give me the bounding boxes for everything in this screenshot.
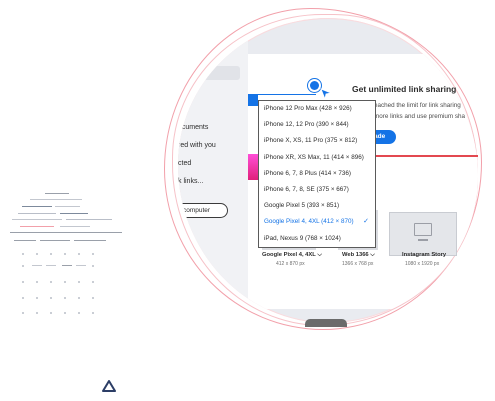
dropdown-item[interactable]: iPad, Nexus 9 (768 × 1024) — [259, 231, 375, 247]
chevron-down-icon[interactable]: ⌵ — [370, 252, 374, 258]
dropdown-item[interactable]: iPhone 6, 7, 8 Plus (414 × 736) — [259, 166, 375, 182]
wireframe-illustration — [10, 185, 125, 320]
size-dims-web: 1366 x 768 px — [342, 261, 374, 267]
highlight-line — [376, 155, 478, 157]
accent-block — [248, 94, 258, 106]
triangle-outline-icon — [102, 380, 116, 392]
size-dims-pixel: 412 x 870 px — [276, 261, 305, 267]
size-name-web[interactable]: Web 1366 ⌵ — [342, 252, 375, 259]
size-name-pixel[interactable]: Google Pixel 4, 4XL ⌵ — [262, 252, 322, 259]
dropdown-item[interactable]: iPhone XR, XS Max, 11 (414 × 896) — [259, 150, 375, 166]
size-thumbnail-instagram[interactable] — [389, 212, 457, 256]
size-name-instagram[interactable]: Instagram Story — [402, 252, 446, 258]
dropdown-item[interactable]: iPhone 6, 7, 8, SE (375 × 667) — [259, 182, 375, 198]
upload-from-computer-button[interactable]: r computer — [178, 203, 228, 218]
checkmark-icon: ✓ — [363, 218, 369, 226]
gradient-thumbnail — [248, 154, 258, 180]
dropdown-item[interactable]: iPhone 12 Pro Max (428 × 926) — [259, 101, 375, 117]
pointer-cursor-icon — [320, 88, 332, 100]
size-dims-instagram: 1080 x 1920 px — [405, 261, 440, 267]
promo-text-line2: more links and use premium sha — [374, 113, 465, 120]
dropdown-item[interactable]: Google Pixel 5 (393 × 851) — [259, 198, 375, 214]
chevron-down-icon[interactable]: ⌵ — [317, 252, 321, 258]
device-size-dropdown[interactable]: iPhone 12 Pro Max (428 × 926) iPhone 12,… — [258, 100, 376, 248]
sidebar-item-links[interactable]: k links... — [178, 178, 203, 185]
resize-handle[interactable] — [310, 81, 319, 90]
dropdown-item[interactable]: iPhone 12, 12 Pro (390 × 844) — [259, 117, 375, 133]
promo-title: Get unlimited link sharing — [352, 84, 457, 94]
sidebar: ocuments red with you cted k links... r … — [178, 18, 248, 323]
bottom-tab-indicator — [305, 319, 347, 327]
sidebar-search-bar[interactable] — [190, 66, 240, 80]
sidebar-item-shared[interactable]: red with you — [178, 142, 216, 149]
dropdown-item-selected[interactable]: Google Pixel 4, 4XL (412 × 870) ✓ — [259, 214, 375, 230]
selection-guide-line — [248, 94, 316, 95]
sidebar-item-documents[interactable]: ocuments — [178, 124, 208, 131]
dropdown-item[interactable]: iPhone X, XS, 11 Pro (375 × 812) — [259, 133, 375, 149]
promo-text-line1: eached the limit for link sharing — [374, 102, 461, 109]
image-placeholder-icon — [414, 223, 432, 236]
sidebar-item-selected[interactable]: cted — [178, 160, 191, 167]
